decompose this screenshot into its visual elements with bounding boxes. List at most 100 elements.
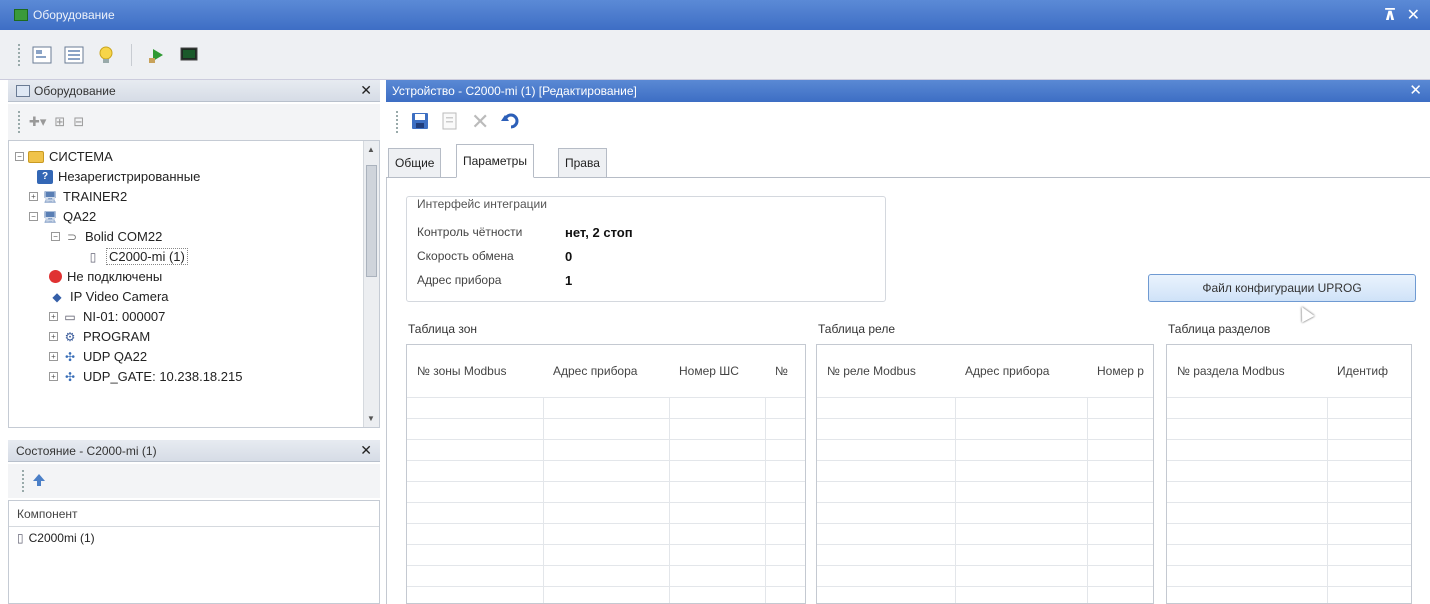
- collapse-toggle-icon[interactable]: −: [15, 152, 24, 161]
- tab-rights[interactable]: Права: [558, 148, 607, 178]
- relays-col-header[interactable]: Адрес прибора: [955, 364, 1087, 378]
- speed-field: Скорость обмена 0: [417, 249, 572, 264]
- expand-toggle-icon[interactable]: +: [49, 332, 58, 341]
- relays-table-body[interactable]: [817, 397, 1153, 603]
- toolbar-grip[interactable]: [18, 111, 21, 133]
- tree-item-udp-gate[interactable]: + ✣ UDP_GATE: 10.238.18.215: [49, 367, 242, 386]
- properties-icon[interactable]: [441, 112, 459, 133]
- scroll-up-icon[interactable]: ▲: [367, 145, 375, 154]
- window-title: Оборудование: [33, 8, 115, 22]
- window-titlebar: Оборудование ⊼ ✕: [0, 0, 1430, 30]
- monitor-icon[interactable]: [178, 44, 200, 66]
- expand-toggle-icon[interactable]: +: [49, 312, 58, 321]
- tree-item-label: IP Video Camera: [70, 289, 169, 304]
- equipment-panel-close-icon[interactable]: ✕: [360, 82, 372, 99]
- tab-general[interactable]: Общие: [388, 148, 442, 178]
- zones-col-header[interactable]: № зоны Modbus: [407, 364, 543, 378]
- save-icon[interactable]: [411, 112, 429, 133]
- collapse-all-icon[interactable]: ⊟: [73, 114, 84, 130]
- arrow-up-icon[interactable]: [31, 472, 47, 491]
- component-column-header[interactable]: Компонент: [9, 501, 379, 527]
- tree-item-not-connected[interactable]: Не подключены: [49, 267, 162, 286]
- parity-value[interactable]: нет, 2 стоп: [565, 225, 633, 240]
- tree-item-c2000-mi[interactable]: ▯ C2000-mi (1): [85, 247, 188, 266]
- list-item[interactable]: ▯ C2000mi (1): [9, 527, 379, 549]
- address-value[interactable]: 1: [565, 273, 572, 288]
- device-window-title: Устройство - C2000-mi (1) [Редактировани…: [392, 84, 637, 98]
- tree-item-trainer2[interactable]: + 🖥 TRAINER2: [29, 187, 127, 206]
- tree-item-label: Bolid COM22: [85, 229, 163, 244]
- tree-item-bolid-com22[interactable]: − ⊃ Bolid COM22: [51, 227, 162, 246]
- lightbulb-icon[interactable]: [95, 44, 117, 66]
- collapse-toggle-icon[interactable]: −: [29, 212, 38, 221]
- tree-item-system[interactable]: − СИСТЕМА: [15, 147, 113, 166]
- collapse-toggle-icon[interactable]: −: [51, 232, 60, 241]
- undo-icon[interactable]: [501, 112, 521, 133]
- parity-field: Контроль чётности нет, 2 стоп: [417, 225, 633, 240]
- tree-item-ni01[interactable]: + ▭ NI-01: 000007: [49, 307, 165, 326]
- question-icon: ?: [37, 169, 53, 184]
- zones-table-title: Таблица зон: [408, 322, 478, 336]
- zones-table-header: № зоны Modbus Адрес прибора Номер ШС №: [407, 345, 805, 397]
- relays-col-header[interactable]: Номер р: [1087, 364, 1153, 378]
- tree-scrollbar[interactable]: ▲ ▼: [363, 141, 379, 427]
- parity-label: Контроль чётности: [417, 225, 523, 239]
- folder-icon: [28, 150, 44, 163]
- tree-item-label: СИСТЕМА: [49, 149, 113, 164]
- relays-table: № реле Modbus Адрес прибора Номер р: [816, 344, 1154, 604]
- tree-item-udp-qa22[interactable]: + ✣ UDP QA22: [49, 347, 147, 366]
- network-icon: ✣: [64, 369, 76, 384]
- scroll-thumb[interactable]: [366, 165, 377, 277]
- relays-col-header[interactable]: № реле Modbus: [817, 364, 955, 378]
- computer-icon: 🖥: [42, 209, 58, 224]
- tree-item-unregistered[interactable]: ? Незарегистрированные: [37, 167, 200, 186]
- sections-table-title: Таблица разделов: [1168, 322, 1271, 336]
- sections-col-header[interactable]: № раздела Modbus: [1167, 364, 1327, 378]
- address-field: Адрес прибора 1: [417, 273, 572, 288]
- run-icon[interactable]: [146, 44, 168, 66]
- zones-table: № зоны Modbus Адрес прибора Номер ШС №: [406, 344, 806, 604]
- zones-col-header[interactable]: №: [765, 364, 805, 378]
- close-icon[interactable]: ✕: [1407, 5, 1420, 25]
- toolbar-grip[interactable]: [22, 470, 25, 492]
- delete-icon[interactable]: ✕: [471, 109, 489, 135]
- disconnected-icon: [49, 270, 62, 283]
- pin-icon[interactable]: ⊼: [1384, 5, 1397, 25]
- list-view-icon[interactable]: [63, 44, 85, 66]
- camera-icon: ◆: [52, 289, 62, 304]
- tree-view-icon[interactable]: [31, 44, 53, 66]
- expand-toggle-icon[interactable]: +: [29, 192, 38, 201]
- toolbar-grip[interactable]: [18, 43, 21, 66]
- tree-item-program[interactable]: + ⚙ PROGRAM: [49, 327, 150, 346]
- state-panel-header: Состояние - C2000-mi (1) ✕: [8, 440, 380, 462]
- tree-item-label: QA22: [63, 209, 97, 224]
- device-icon: ▯: [89, 249, 97, 264]
- uprog-config-button[interactable]: Файл конфигурации UPROG: [1148, 274, 1416, 302]
- expand-toggle-icon[interactable]: +: [49, 352, 58, 361]
- zones-table-body[interactable]: [407, 397, 805, 603]
- computer-icon: 🖥: [42, 189, 58, 204]
- equipment-panel-title: Оборудование: [34, 83, 116, 98]
- state-panel-close-icon[interactable]: ✕: [360, 442, 372, 459]
- window-controls: ⊼ ✕: [1384, 5, 1420, 25]
- tree-item-ip-video-camera[interactable]: ◆ IP Video Camera: [49, 287, 169, 306]
- device-toolbar: ✕: [386, 104, 1430, 140]
- add-icon[interactable]: ✚▾: [29, 114, 46, 130]
- tree-item-label: NI-01: 000007: [83, 309, 166, 324]
- expand-toggle-icon[interactable]: +: [49, 372, 58, 381]
- tab-parameters[interactable]: Параметры: [456, 144, 534, 178]
- device-window-close-icon[interactable]: ✕: [1409, 81, 1422, 99]
- tree-item-qa22[interactable]: − 🖥 QA22: [29, 207, 96, 226]
- expand-all-icon[interactable]: ⊞: [54, 114, 65, 130]
- zones-col-header[interactable]: Номер ШС: [669, 364, 765, 378]
- toolbar-grip[interactable]: [396, 111, 399, 133]
- tree-item-label: PROGRAM: [83, 329, 151, 344]
- zones-col-header[interactable]: Адрес прибора: [543, 364, 669, 378]
- toolbar-separator: [131, 43, 132, 66]
- sections-table-body[interactable]: [1167, 397, 1411, 603]
- relays-table-title: Таблица реле: [818, 322, 896, 336]
- state-panel-title: Состояние - C2000-mi (1): [16, 443, 157, 458]
- sections-col-header[interactable]: Идентиф: [1327, 364, 1411, 378]
- scroll-down-icon[interactable]: ▼: [367, 414, 375, 423]
- speed-value[interactable]: 0: [565, 249, 572, 264]
